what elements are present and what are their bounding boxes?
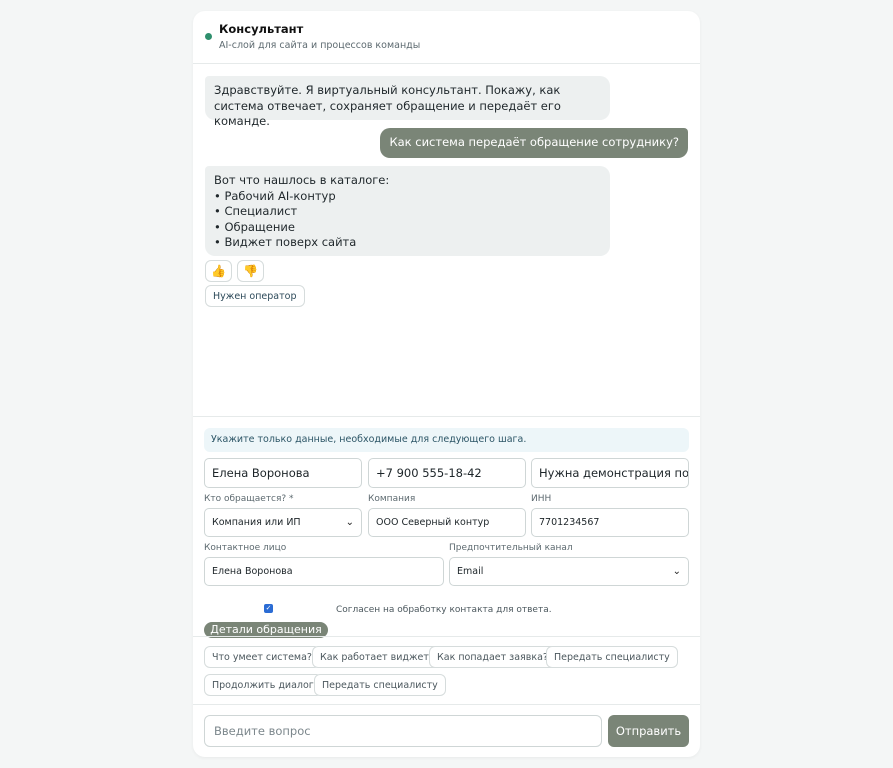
message-list[interactable]: Здравствуйте. Я виртуальный консультант.… xyxy=(193,64,700,416)
quick-replies: Что умеет система? Как работает виджет? … xyxy=(193,636,700,705)
form-notice: Укажите только данные, необходимые для с… xyxy=(204,428,689,452)
quick-reply-chip[interactable]: Как работает виджет? xyxy=(312,646,442,668)
lead-form: Укажите только данные, необходимые для с… xyxy=(193,416,700,638)
quick-reply-chip[interactable]: Продолжить диалог xyxy=(204,674,322,696)
inn-label: ИНН xyxy=(531,494,552,504)
channel-label: Предпочтительный канал xyxy=(449,543,573,553)
catalog-item: • Специалист xyxy=(214,204,298,218)
chevron-down-icon: ⌄ xyxy=(345,517,354,528)
quick-reply-chip[interactable]: Передать специалисту xyxy=(314,674,446,696)
company-label: Компания xyxy=(368,494,416,504)
thumbs-up-icon[interactable]: 👍 xyxy=(205,260,232,282)
channel-select[interactable]: Email ⌄ xyxy=(449,557,689,586)
message-reactions: 👍 👎 xyxy=(205,260,264,282)
phone-input[interactable]: +7 900 555-18-42 xyxy=(368,458,526,488)
catalog-item: • Рабочий AI-контур xyxy=(214,188,336,203)
company-input[interactable]: ООО Северный контур xyxy=(368,508,526,537)
inn-input[interactable]: 7701234567 xyxy=(531,508,689,537)
user-message: Как система передаёт обращение сотрудник… xyxy=(380,128,688,158)
composer: Введите вопрос Отправить xyxy=(193,705,700,757)
name-input[interactable]: Елена Воронова xyxy=(204,458,362,488)
chat-widget: Консультант AI-слой для сайта и процессо… xyxy=(193,11,700,757)
request-input[interactable]: Нужна демонстрация помо xyxy=(531,458,689,488)
online-status-dot xyxy=(205,33,212,40)
header-title: Консультант xyxy=(219,22,304,36)
thumbs-down-icon[interactable]: 👎 xyxy=(237,260,264,282)
who-select[interactable]: Компания или ИП ⌄ xyxy=(204,508,362,537)
bot-message-catalog: Вот что нашлось в каталоге: • Рабочий AI… xyxy=(205,166,610,256)
contact-label: Контактное лицо xyxy=(204,543,287,553)
quick-reply-chip[interactable]: Что умеет система? xyxy=(204,646,320,668)
channel-select-value: Email xyxy=(457,566,484,577)
who-label: Кто обращается? * xyxy=(204,494,294,504)
chevron-down-icon: ⌄ xyxy=(672,566,681,577)
question-input[interactable]: Введите вопрос xyxy=(204,715,602,747)
quick-reply-chip[interactable]: Передать специалисту xyxy=(546,646,678,668)
send-button[interactable]: Отправить xyxy=(608,715,689,747)
who-select-value: Компания или ИП xyxy=(212,517,301,528)
consent-checkbox[interactable]: ✓ xyxy=(264,604,273,613)
contact-input[interactable]: Елена Воронова xyxy=(204,557,444,586)
header-subtitle: AI-слой для сайта и процессов команды xyxy=(219,40,421,51)
catalog-intro: Вот что нашлось в каталоге: xyxy=(214,173,390,187)
consent-label: Согласен на обработку контакта для ответ… xyxy=(336,605,552,615)
bot-message-greeting: Здравствуйте. Я виртуальный консультант.… xyxy=(205,76,610,128)
quick-reply-chip[interactable]: Как попадает заявка? xyxy=(429,646,556,668)
request-operator-button[interactable]: Нужен оператор xyxy=(205,285,305,307)
catalog-item: • Обращение xyxy=(214,219,295,234)
catalog-item: • Виджет поверх сайта xyxy=(214,235,357,249)
chat-header: Консультант AI-слой для сайта и процессо… xyxy=(193,11,700,64)
